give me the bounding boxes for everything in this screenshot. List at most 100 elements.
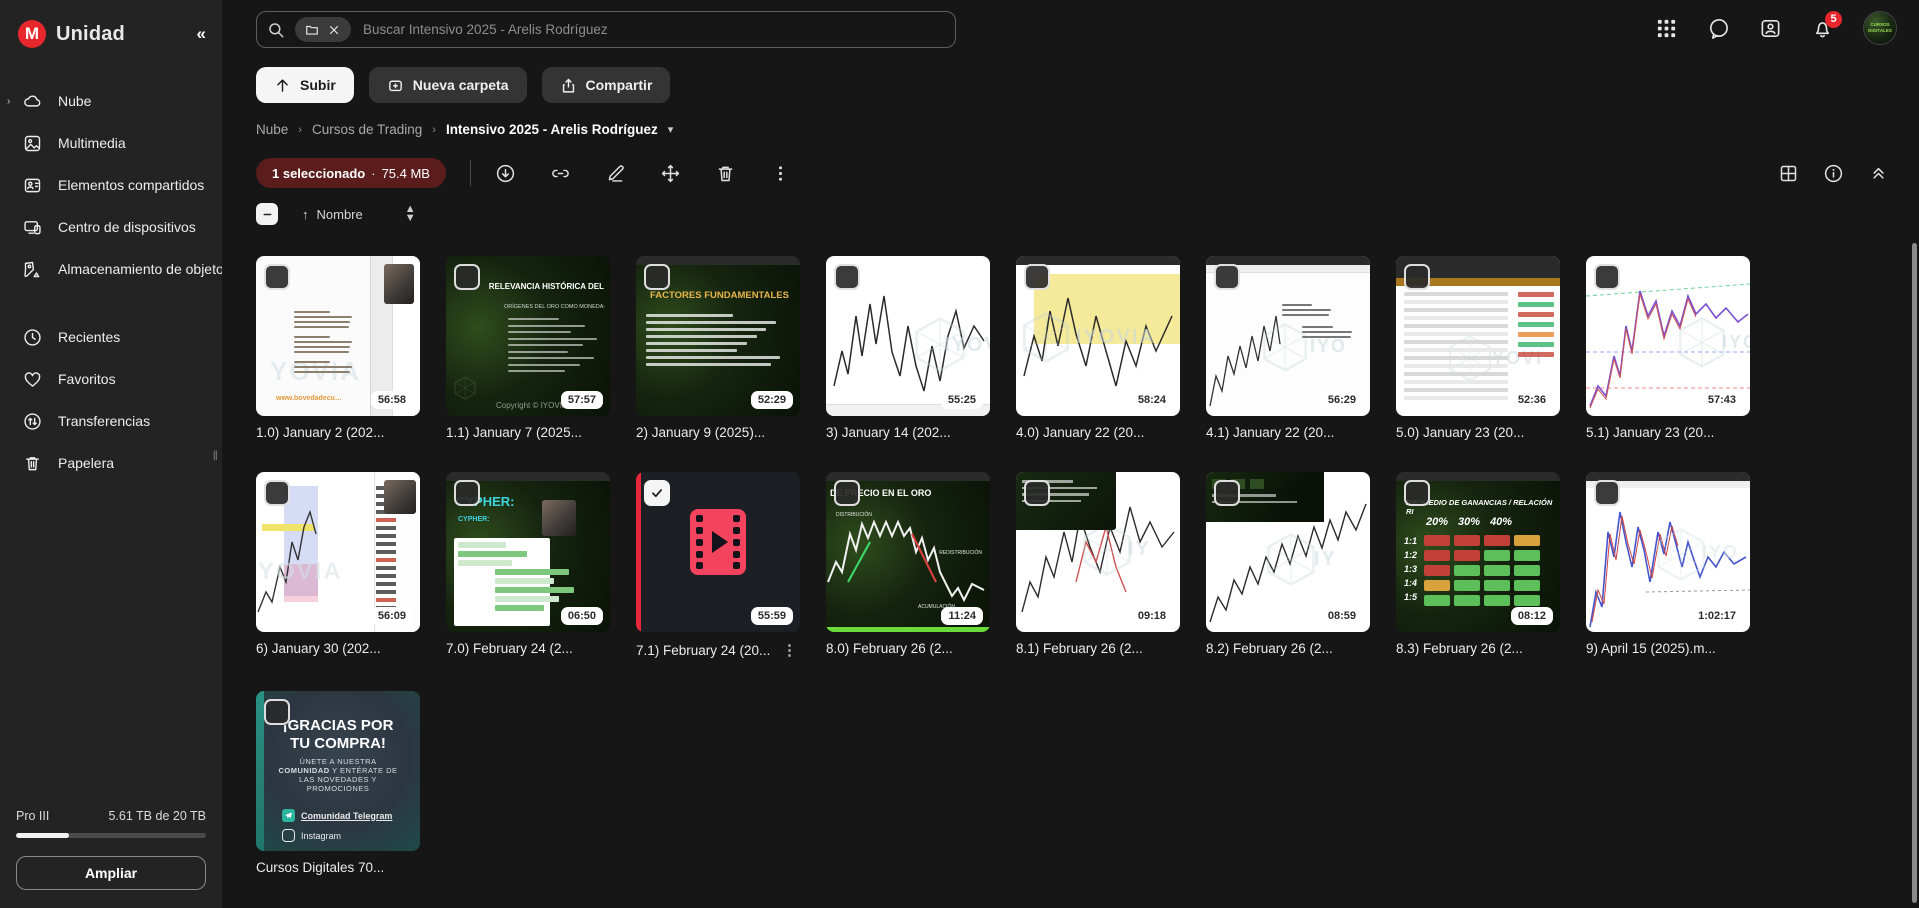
file-thumbnail[interactable]: 09:18 IY [1016, 472, 1180, 632]
tile-checkbox[interactable] [264, 264, 290, 290]
file-tile[interactable]: 11:24 DE PRECIO EN EL ORODISTRIBUCIÓNRED… [826, 472, 990, 659]
breadcrumb-root[interactable]: Nube [256, 122, 288, 137]
tile-checkbox[interactable] [644, 264, 670, 290]
tile-checkbox[interactable] [1214, 480, 1240, 506]
file-thumbnail[interactable]: 52:29 FACTORES FUNDAMENTALES [636, 256, 800, 416]
tile-checkbox[interactable] [454, 480, 480, 506]
tile-checkbox[interactable] [264, 699, 290, 725]
upgrade-button[interactable]: Ampliar [16, 856, 206, 890]
file-tile[interactable]: 08:12 PROMEDIO DE GANANCIAS / RELACIÓN R… [1396, 472, 1560, 659]
video-duration-badge: 57:57 [561, 391, 603, 409]
file-tile[interactable]: 55:25 IYOVIA 3) January 14 (202... [826, 256, 990, 440]
video-duration-badge: 08:59 [1321, 607, 1363, 625]
tile-checkbox[interactable] [834, 480, 860, 506]
sort-label[interactable]: Nombre [317, 207, 363, 222]
sidebar-item-nube[interactable]: ›Nube [0, 80, 222, 122]
file-tile[interactable]: 56:09 YOVIA 6) January 30 (202... [256, 472, 420, 659]
new-folder-button[interactable]: Nueva carpeta [369, 67, 527, 103]
sidebar-collapse-icon[interactable]: « [197, 24, 206, 44]
more-options-icon[interactable] [770, 163, 791, 184]
sidebar-item-label: Centro de dispositivos [58, 219, 196, 235]
file-tile[interactable]: 09:18 IY 8.1) February 26 (2... [1016, 472, 1180, 659]
share-button[interactable]: Compartir [542, 67, 671, 103]
sidebar-item-recientes[interactable]: Recientes [0, 316, 222, 358]
sidebar-item-centro[interactable]: Centro de dispositivos [0, 206, 222, 248]
file-thumbnail[interactable]: 08:59 IY [1206, 472, 1370, 632]
expand-chevron-icon[interactable]: › [7, 96, 10, 107]
file-thumbnail[interactable]: 57:57 RELEVANCIA HISTÓRICA DELORÍGENES D… [446, 256, 610, 416]
file-tile[interactable]: 57:57 RELEVANCIA HISTÓRICA DELORÍGENES D… [446, 256, 610, 440]
tile-checkbox[interactable] [1594, 480, 1620, 506]
close-icon[interactable] [327, 23, 341, 37]
chevron-down-icon[interactable]: ▾ [668, 123, 674, 136]
file-tile[interactable]: 56:58 YOVIAwww.bovedadecu… 1.0) January … [256, 256, 420, 440]
tile-checkbox[interactable] [454, 264, 480, 290]
move-icon[interactable] [660, 163, 681, 184]
file-thumbnail[interactable]: 56:58 YOVIAwww.bovedadecu… [256, 256, 420, 416]
sort-toggle-icon[interactable]: ▲▼ [405, 205, 416, 223]
trash-icon[interactable] [715, 163, 736, 184]
sidebar-resize-handle[interactable]: ‖ [213, 448, 219, 463]
shared-icon [22, 175, 43, 196]
tile-checkbox[interactable] [1404, 264, 1430, 290]
collapse-chevrons-icon[interactable] [1868, 163, 1889, 184]
download-icon[interactable] [495, 163, 516, 184]
file-thumbnail[interactable]: 06:50 CYPHER:CYPHER: [446, 472, 610, 632]
sidebar-item-transferencias[interactable]: Transferencias [0, 400, 222, 442]
file-thumbnail[interactable]: 56:09 YOVIA [256, 472, 420, 632]
rename-pencil-icon[interactable] [605, 163, 626, 184]
apps-grid-icon[interactable] [1655, 17, 1678, 40]
sidebar-item-papelera[interactable]: Papelera [0, 442, 222, 484]
file-tile[interactable]: 58:24 IYOVIA 4.0) January 22 (20... [1016, 256, 1180, 440]
notifications-bell-icon[interactable]: 5 [1811, 17, 1834, 40]
vertical-scrollbar[interactable] [1912, 243, 1917, 903]
file-tile[interactable]: 57:43 IYO 5.1) January 23 (20... [1586, 256, 1750, 440]
file-tile[interactable]: 55:59 7.1) February 24 (20... ⋮ [636, 472, 800, 659]
file-tile[interactable]: 52:29 FACTORES FUNDAMENTALES 2) January … [636, 256, 800, 440]
upload-button[interactable]: Subir [256, 67, 354, 103]
tile-checkbox[interactable] [1594, 264, 1620, 290]
mega-logo-icon[interactable]: M [18, 20, 46, 48]
file-tile[interactable]: 06:50 CYPHER:CYPHER: 7.0) February 24 (2… [446, 472, 610, 659]
sidebar-item-multimedia[interactable]: Multimedia [0, 122, 222, 164]
file-tile[interactable]: ¡GRACIAS PORTU COMPRA!ÚNETE A NUESTRACOM… [256, 691, 420, 875]
file-thumbnail[interactable]: 55:25 IYOVIA [826, 256, 990, 416]
search-bar[interactable] [256, 11, 956, 48]
file-thumbnail[interactable]: 11:24 DE PRECIO EN EL ORODISTRIBUCIÓNRED… [826, 472, 990, 632]
file-thumbnail[interactable]: 56:29 IYO [1206, 256, 1370, 416]
sidebar-item-favoritos[interactable]: Favoritos [0, 358, 222, 400]
tile-checkbox[interactable] [264, 480, 290, 506]
file-name: 5.1) January 23 (20... [1586, 425, 1714, 440]
search-scope-chip[interactable] [295, 17, 351, 42]
tile-checkbox[interactable] [1214, 264, 1240, 290]
avatar[interactable]: CURSOSDIGITALES [1863, 11, 1897, 45]
link-icon[interactable] [550, 163, 571, 184]
file-tile[interactable]: 56:29 IYO 4.1) January 22 (20... [1206, 256, 1370, 440]
breadcrumb-parent[interactable]: Cursos de Trading [312, 122, 422, 137]
tile-more-options-icon[interactable]: ⋮ [779, 641, 800, 659]
tile-checkbox[interactable] [1024, 480, 1050, 506]
app-title: Unidad [56, 23, 125, 46]
file-tile[interactable]: 1:02:17 IYO 9) April 15 (2025).m... [1586, 472, 1750, 659]
file-tile[interactable]: 52:36 YOVI 5.0) January 23 (20... [1396, 256, 1560, 440]
file-thumbnail[interactable]: 57:43 IYO [1586, 256, 1750, 416]
grid-view-icon[interactable] [1778, 163, 1799, 184]
file-thumbnail[interactable]: 1:02:17 IYO [1586, 472, 1750, 632]
file-thumbnail[interactable]: 58:24 IYOVIA [1016, 256, 1180, 416]
file-thumbnail[interactable]: 08:12 PROMEDIO DE GANANCIAS / RELACIÓN R… [1396, 472, 1560, 632]
sidebar-item-elementos[interactable]: Elementos compartidos [0, 164, 222, 206]
tile-checkbox[interactable] [1024, 264, 1050, 290]
file-thumbnail[interactable]: 52:36 YOVI [1396, 256, 1560, 416]
file-tile[interactable]: 08:59 IY 8.2) February 26 (2... [1206, 472, 1370, 659]
tile-checkbox[interactable] [644, 480, 670, 506]
file-thumbnail[interactable]: 55:59 [636, 472, 800, 632]
file-thumbnail[interactable]: ¡GRACIAS PORTU COMPRA!ÚNETE A NUESTRACOM… [256, 691, 420, 851]
contacts-icon[interactable] [1759, 17, 1782, 40]
chat-icon[interactable] [1707, 17, 1730, 40]
tile-checkbox[interactable] [834, 264, 860, 290]
sidebar-item-almacenamiento[interactable]: Almacenamiento de objetos [0, 248, 222, 290]
select-all-checkbox[interactable] [256, 203, 278, 225]
tile-checkbox[interactable] [1404, 480, 1430, 506]
info-icon[interactable] [1823, 163, 1844, 184]
search-input[interactable] [363, 22, 945, 37]
